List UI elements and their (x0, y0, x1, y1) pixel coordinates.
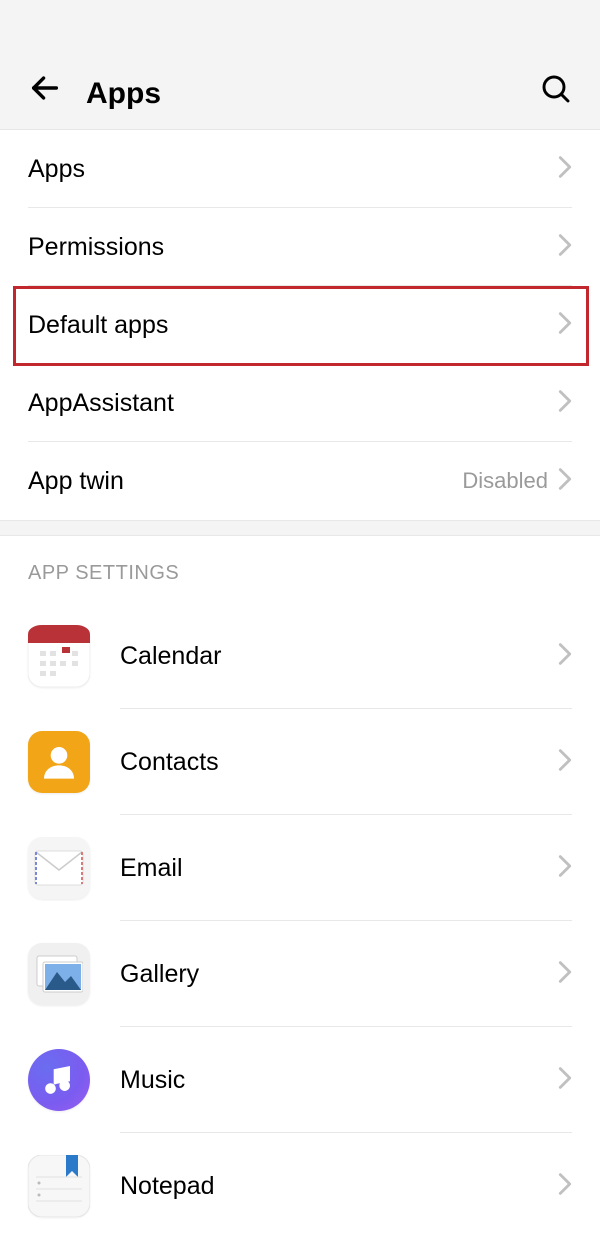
chevron-right-icon (558, 468, 572, 495)
row-app-assistant[interactable]: AppAssistant (0, 364, 600, 442)
chevron-right-icon (558, 749, 572, 776)
row-app-twin[interactable]: App twin Disabled (0, 442, 600, 520)
row-value: Disabled (462, 468, 548, 494)
section-gap (0, 520, 600, 536)
row-permissions[interactable]: Permissions (0, 208, 600, 286)
row-label: Permissions (28, 233, 558, 262)
row-default-apps[interactable]: Default apps (0, 286, 600, 364)
app-row-calendar[interactable]: Calendar (0, 603, 600, 709)
chevron-right-icon (558, 312, 572, 339)
row-label: Apps (28, 155, 558, 184)
app-row-contacts[interactable]: Contacts (0, 709, 600, 815)
gallery-icon (28, 943, 90, 1005)
app-label: Contacts (120, 748, 558, 777)
chevron-right-icon (558, 234, 572, 261)
search-icon[interactable] (536, 69, 576, 109)
contacts-icon (28, 731, 90, 793)
chevron-right-icon (558, 156, 572, 183)
section-header: APP SETTINGS (0, 536, 600, 603)
chevron-right-icon (558, 961, 572, 988)
email-icon (28, 837, 90, 899)
app-label: Gallery (120, 960, 558, 989)
app-label: Calendar (120, 642, 558, 671)
app-label: Music (120, 1066, 558, 1095)
row-label: App twin (28, 467, 462, 496)
notepad-icon (28, 1155, 90, 1217)
row-label: AppAssistant (28, 389, 558, 418)
row-apps[interactable]: Apps (0, 130, 600, 208)
app-row-email[interactable]: Email (0, 815, 600, 921)
chevron-right-icon (558, 1173, 572, 1200)
app-label: Email (120, 854, 558, 883)
app-bar: Apps (0, 0, 600, 130)
app-row-gallery[interactable]: Gallery (0, 921, 600, 1027)
chevron-right-icon (558, 1067, 572, 1094)
app-row-notepad[interactable]: Notepad (0, 1133, 600, 1239)
music-icon (28, 1049, 90, 1111)
back-icon[interactable] (24, 67, 66, 109)
app-label: Notepad (120, 1172, 558, 1201)
chevron-right-icon (558, 390, 572, 417)
settings-section: Apps Permissions Default apps AppAssista… (0, 130, 600, 520)
row-label: Default apps (28, 311, 558, 340)
chevron-right-icon (558, 855, 572, 882)
page-title: Apps (86, 77, 536, 111)
app-settings-list: Calendar Contacts Email (0, 603, 600, 1239)
chevron-right-icon (558, 643, 572, 670)
app-row-music[interactable]: Music (0, 1027, 600, 1133)
calendar-icon (28, 625, 90, 687)
